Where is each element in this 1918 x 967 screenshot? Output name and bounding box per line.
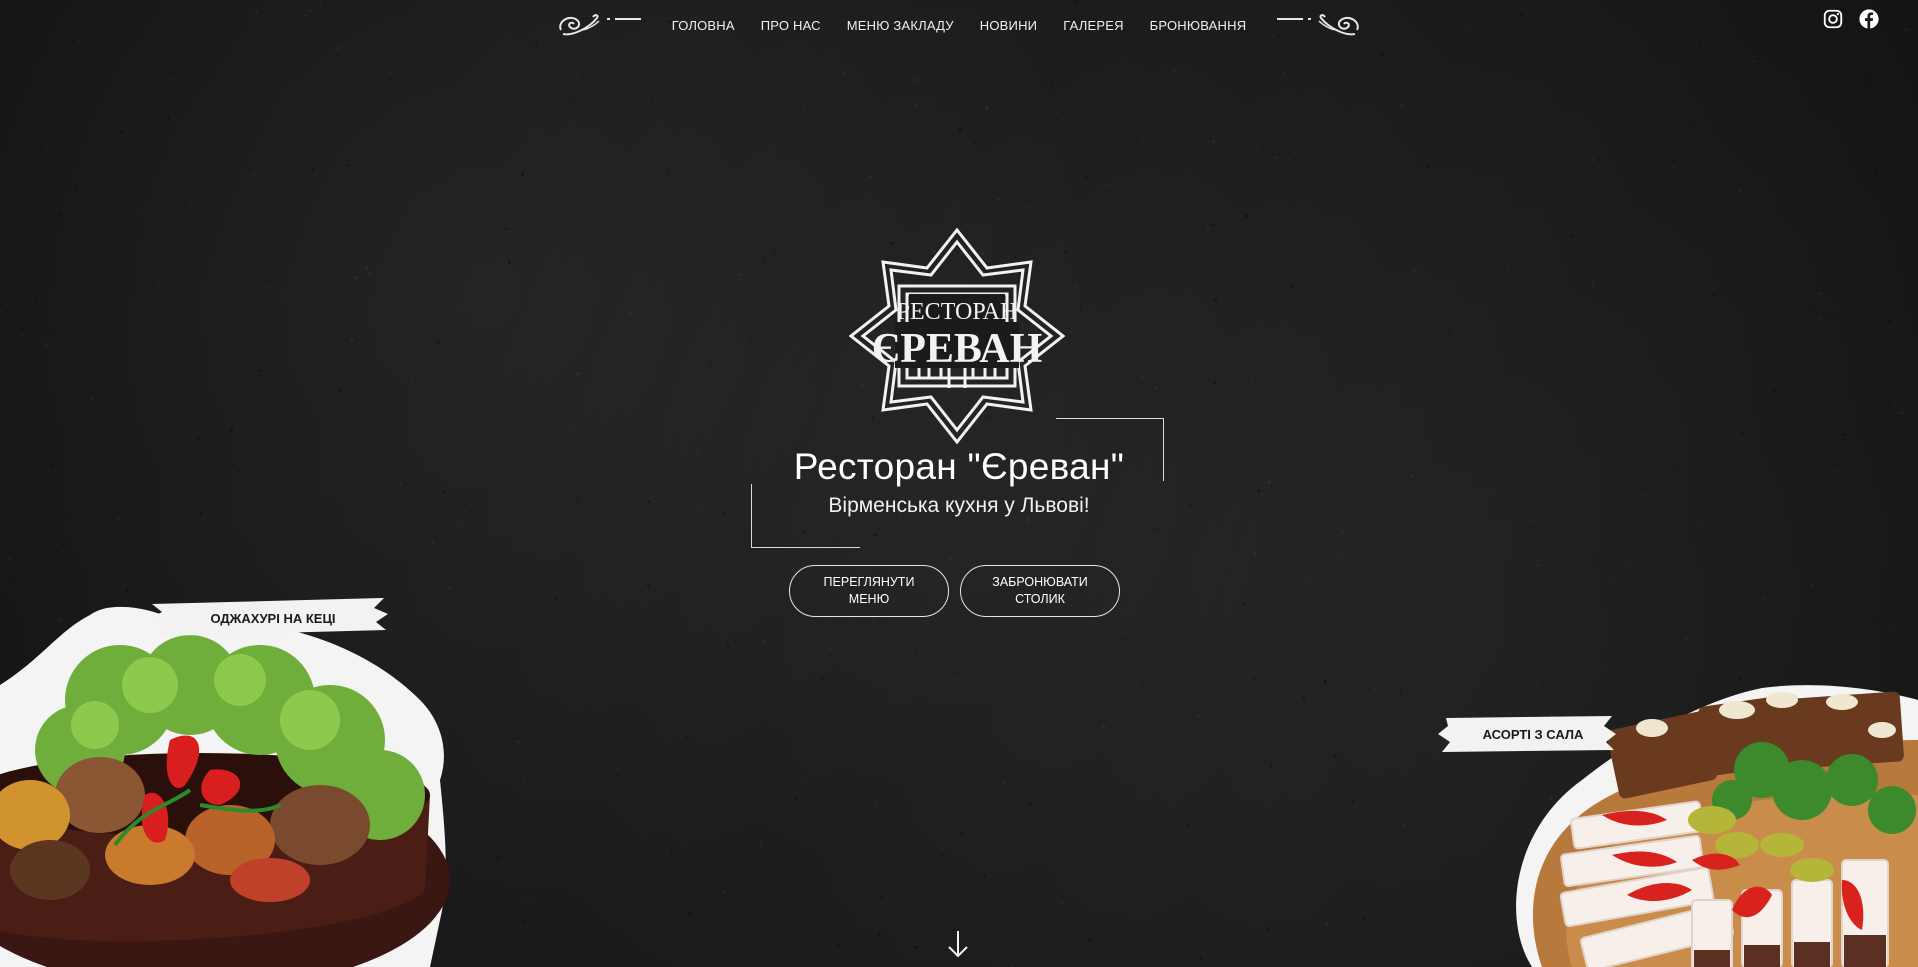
frame-line-top bbox=[1056, 418, 1164, 419]
nav-item-menu[interactable]: МЕНЮ ЗАКЛАДУ bbox=[834, 18, 967, 33]
nav-item-about[interactable]: ПРО НАС bbox=[748, 18, 834, 33]
book-table-button[interactable]: ЗАБРОНЮВАТИ СТОЛИК bbox=[960, 565, 1120, 617]
left-ornament-icon bbox=[558, 14, 641, 36]
nav-item-gallery[interactable]: ГАЛЕРЕЯ bbox=[1050, 18, 1136, 33]
ojakhuri-label: ОДЖАХУРІ НА КЕЦІ bbox=[210, 610, 336, 626]
social-links bbox=[1822, 8, 1880, 30]
nav-item-home[interactable]: ГОЛОВНА bbox=[659, 18, 748, 33]
main-nav: ГОЛОВНА ПРО НАС МЕНЮ ЗАКЛАДУ НОВИНИ ГАЛЕ… bbox=[0, 8, 1918, 42]
page: ГОЛОВНА ПРО НАС МЕНЮ ЗАКЛАДУ НОВИНИ ГАЛЕ… bbox=[0, 0, 1918, 967]
hero-subtitle: Вірменська кухня у Львові! bbox=[828, 494, 1090, 517]
instagram-icon[interactable] bbox=[1822, 8, 1844, 30]
salo-assorti-label: АСОРТІ З САЛА bbox=[1482, 726, 1584, 742]
view-menu-button[interactable]: ПЕРЕГЛЯНУТИ МЕНЮ bbox=[789, 565, 949, 617]
restaurant-logo: РЕСТОРАН ЄРЕВАН bbox=[849, 228, 1065, 444]
logo-line1: РЕСТОРАН bbox=[897, 299, 1018, 325]
facebook-icon[interactable] bbox=[1858, 8, 1880, 30]
hero-title: Ресторан "Єреван" bbox=[793, 446, 1125, 487]
frame-line-bottom bbox=[751, 547, 860, 548]
nav-list: ГОЛОВНА ПРО НАС МЕНЮ ЗАКЛАДУ НОВИНИ ГАЛЕ… bbox=[659, 18, 1260, 33]
nav-item-news[interactable]: НОВИНИ bbox=[967, 18, 1050, 33]
logo-line2: ЄРЕВАН bbox=[872, 326, 1043, 372]
right-ornament-icon bbox=[1277, 14, 1360, 36]
scroll-down-arrow-icon[interactable] bbox=[946, 928, 970, 960]
nav-item-booking[interactable]: БРОНЮВАННЯ bbox=[1137, 18, 1260, 33]
ojakhuri-dish-image bbox=[0, 606, 450, 967]
